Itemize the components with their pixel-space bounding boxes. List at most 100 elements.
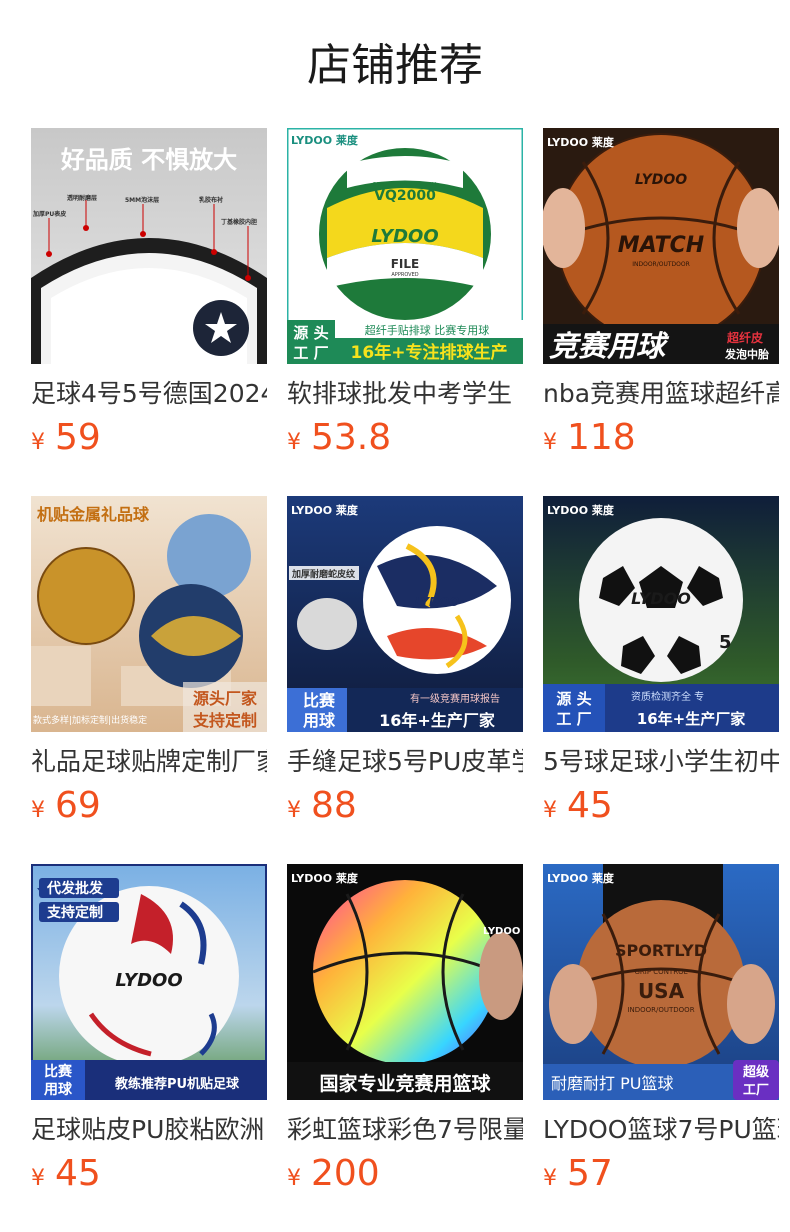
- product-card[interactable]: LYDOO 莱度 LYDOO 国家专业竞赛用篮球 彩虹篮球彩色7号限量 ¥200: [287, 864, 523, 1232]
- overlay-text: 比赛: [303, 691, 336, 710]
- overlay-text: MATCH: [618, 233, 704, 258]
- overlay-text: 代发批发: [46, 880, 104, 897]
- overlay-text: LYDOO: [115, 970, 182, 991]
- overlay-text: 超纤手贴排球 比赛专用球: [365, 323, 490, 337]
- product-price: 200: [311, 1153, 380, 1194]
- overlay-text: LYDOO: [635, 172, 687, 188]
- product-image[interactable]: LYDOO 莱度 LYDOO 5 源 头 工 厂 资质检测齐全 专 16年+生产…: [543, 496, 779, 732]
- overlay-text: 16年+专注排球生产: [351, 342, 508, 363]
- overlay-text: 工 厂: [293, 344, 328, 362]
- shop-recommendations-page: 店铺推荐 好品质 不惧放大 透明耐磨层 5MM泡沫层 加厚PU表皮 乳胶布衬 丁…: [0, 0, 790, 1232]
- product-price: 59: [55, 417, 101, 458]
- overlay-text: 源头厂家: [193, 689, 258, 708]
- product-card[interactable]: 代发批发 支持定制 LYDOO 比赛 用球 教练推荐PU机贴足球 足球贴皮PU胶…: [31, 864, 267, 1232]
- price-row: ¥88: [287, 786, 523, 826]
- product-card[interactable]: 好品质 不惧放大 透明耐磨层 5MM泡沫层 加厚PU表皮 乳胶布衬 丁基橡胶内胆…: [31, 128, 267, 496]
- overlay-text: 发泡中胎: [724, 347, 769, 361]
- currency-symbol: ¥: [287, 430, 301, 455]
- product-image[interactable]: 好品质 不惧放大 透明耐磨层 5MM泡沫层 加厚PU表皮 乳胶布衬 丁基橡胶内胆: [31, 128, 267, 364]
- currency-symbol: ¥: [543, 430, 557, 455]
- overlay-text: 16年+生产厂家: [379, 711, 496, 730]
- currency-symbol: ¥: [543, 1166, 557, 1191]
- overlay-text: LYDOO: [631, 589, 691, 608]
- overlay-text: 加厚PU表皮: [32, 210, 66, 218]
- currency-symbol: ¥: [287, 798, 301, 823]
- overlay-text: 5: [719, 632, 732, 653]
- product-card[interactable]: LYDOO 莱度 COMPETITION GAME BALL VQ2000 LY…: [287, 128, 523, 496]
- overlay-text: 超纤皮: [726, 330, 763, 345]
- overlay-text: 款式多样|加标定制|出货稳定: [33, 714, 147, 726]
- overlay-text: 机贴金属礼品球: [37, 505, 150, 524]
- overlay-text: INDOOR/OUTDOOR: [632, 261, 690, 268]
- currency-symbol: ¥: [287, 1166, 301, 1191]
- overlay-text: 加厚耐磨蛇皮纹: [291, 568, 356, 580]
- overlay-text: 有一级竞赛用球报告: [410, 692, 500, 705]
- price-row: ¥200: [287, 1154, 523, 1194]
- price-row: ¥45: [31, 1154, 267, 1194]
- product-name[interactable]: 手缝足球5号PU皮革学: [287, 746, 523, 778]
- product-name[interactable]: nba竞赛用篮球超纤高: [543, 378, 779, 410]
- product-card[interactable]: LYDOO 莱度 加厚耐磨蛇皮纹 LYDOO 比赛 用球 有一级竞赛用球报告 1…: [287, 496, 523, 864]
- overlay-text: LYDOO: [415, 595, 460, 609]
- currency-symbol: ¥: [543, 798, 557, 823]
- overlay-text: 源 头: [293, 324, 328, 342]
- product-name[interactable]: 5号球足球小学生初中: [543, 746, 779, 778]
- overlay-text: 丁基橡胶内胆: [221, 218, 257, 226]
- product-price: 118: [567, 417, 636, 458]
- overlay-text: 耐磨耐打 PU篮球: [551, 1074, 673, 1093]
- product-image[interactable]: LYDOO 莱度 COMPETITION GAME BALL VQ2000 LY…: [287, 128, 523, 364]
- currency-symbol: ¥: [31, 798, 45, 823]
- overlay-text: 用球: [303, 711, 336, 730]
- product-image[interactable]: LYDOO 莱度 加厚耐磨蛇皮纹 LYDOO 比赛 用球 有一级竞赛用球报告 1…: [287, 496, 523, 732]
- product-image[interactable]: LYDOO 莱度 LYDOO MATCH INDOOR/OUTDOOR 竞赛用球…: [543, 128, 779, 364]
- overlay-text: SPORTLYD: [615, 941, 707, 960]
- product-card[interactable]: LYDOO 莱度 LYDOO 5 源 头 工 厂 资质检测齐全 专 16年+生产…: [543, 496, 779, 864]
- product-price: 88: [311, 785, 357, 826]
- overlay-text: LYDOO: [371, 226, 438, 247]
- product-grid: 好品质 不惧放大 透明耐磨层 5MM泡沫层 加厚PU表皮 乳胶布衬 丁基橡胶内胆…: [31, 128, 779, 1232]
- price-row: ¥45: [543, 786, 779, 826]
- product-image[interactable]: LYDOO 莱度 LYDOO 国家专业竞赛用篮球: [287, 864, 523, 1100]
- overlay-text: 好品质 不惧放大: [60, 146, 237, 174]
- product-card[interactable]: 机贴金属礼品球 款式多样|加标定制|出货稳定 源头厂家 支持定制 礼品足球贴牌定…: [31, 496, 267, 864]
- product-name[interactable]: 彩虹篮球彩色7号限量: [287, 1114, 523, 1146]
- overlay-text: 源 头: [556, 690, 591, 708]
- currency-symbol: ¥: [31, 430, 45, 455]
- overlay-text: 5MM泡沫层: [125, 196, 159, 204]
- product-price: 57: [567, 1153, 613, 1194]
- product-name[interactable]: 软排球批发中考学生: [287, 378, 523, 410]
- price-row: ¥53.8: [287, 418, 523, 458]
- price-row: ¥118: [543, 418, 779, 458]
- brand-logo: LYDOO 莱度: [547, 135, 615, 149]
- brand-logo: LYDOO 莱度: [291, 871, 359, 885]
- brand-logo: LYDOO 莱度: [547, 503, 615, 517]
- overlay-text: APPROVED: [391, 272, 418, 278]
- product-image[interactable]: 代发批发 支持定制 LYDOO 比赛 用球 教练推荐PU机贴足球: [31, 864, 267, 1100]
- overlay-text: 资质检测齐全 专: [631, 690, 704, 703]
- overlay-text: 竞赛用球: [549, 329, 670, 363]
- overlay-text: 比赛: [44, 1063, 73, 1080]
- product-name[interactable]: 足球4号5号德国2024: [31, 378, 267, 410]
- overlay-text: LYDOO: [483, 926, 520, 937]
- overlay-text: FILE: [391, 257, 420, 271]
- overlay-text: 用球: [44, 1081, 73, 1098]
- overlay-text: 国家专业竞赛用篮球: [319, 1072, 491, 1095]
- product-price: 69: [55, 785, 101, 826]
- overlay-text: 超级: [743, 1064, 770, 1080]
- overlay-text: 工 厂: [556, 710, 591, 728]
- overlay-text: 教练推荐PU机贴足球: [114, 1076, 240, 1092]
- product-name[interactable]: 礼品足球贴牌定制厂家: [31, 746, 267, 778]
- product-card[interactable]: LYDOO 莱度 LYDOO MATCH INDOOR/OUTDOOR 竞赛用球…: [543, 128, 779, 496]
- product-name[interactable]: 足球贴皮PU胶粘欧洲: [31, 1114, 267, 1146]
- price-row: ¥59: [31, 418, 267, 458]
- brand-logo: LYDOO 莱度: [291, 503, 359, 517]
- overlay-text: VQ2000: [374, 188, 436, 204]
- product-name[interactable]: LYDOO篮球7号PU篮球: [543, 1114, 779, 1146]
- product-price: 45: [55, 1153, 101, 1194]
- price-row: ¥69: [31, 786, 267, 826]
- overlay-text: GRIP CONTROL: [635, 968, 688, 976]
- product-card[interactable]: LYDOO 莱度 SPORTLYD GRIP CONTROL USA INDOO…: [543, 864, 779, 1232]
- product-image[interactable]: LYDOO 莱度 SPORTLYD GRIP CONTROL USA INDOO…: [543, 864, 779, 1100]
- product-image[interactable]: 机贴金属礼品球 款式多样|加标定制|出货稳定 源头厂家 支持定制: [31, 496, 267, 732]
- product-price: 45: [567, 785, 613, 826]
